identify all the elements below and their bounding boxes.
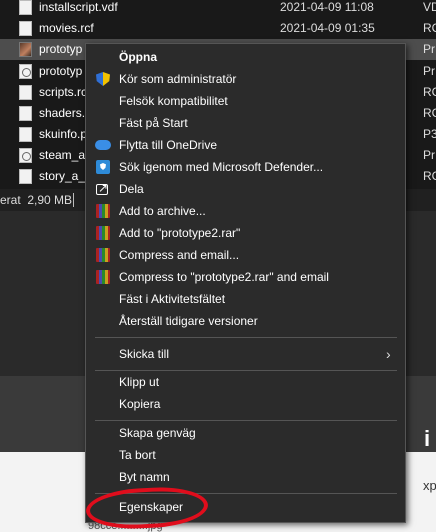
menu-item-open[interactable]: Öppna xyxy=(86,46,405,68)
background-glyph: i xyxy=(424,426,431,451)
menu-item-label: Skapa genväg xyxy=(119,426,196,440)
menu-item-label: Add to "prototype2.rar" xyxy=(119,226,241,240)
menu-item-label: Återställ tidigare versioner xyxy=(119,314,258,328)
menu-divider xyxy=(95,420,397,421)
file-date: 2021-04-09 01:35 xyxy=(280,21,375,35)
menu-item-label: Add to archive... xyxy=(119,204,206,218)
menu-item-copy[interactable]: Kopiera xyxy=(86,393,405,415)
file-type: RC xyxy=(423,106,436,120)
menu-item-label: Öppna xyxy=(119,50,157,64)
status-separator xyxy=(73,193,74,207)
menu-item-label: Byt namn xyxy=(119,470,170,484)
menu-item-label: Fäst i Aktivitetsfältet xyxy=(119,292,226,306)
file-icon xyxy=(19,0,32,15)
file-type: RC xyxy=(423,21,436,35)
menu-item-label: Felsök kompatibilitet xyxy=(119,94,228,108)
file-name: installscript.vdf xyxy=(39,0,118,14)
file-icon xyxy=(19,127,32,142)
menu-item-label: Flytta till OneDrive xyxy=(119,138,218,152)
file-icon xyxy=(19,169,32,184)
image-file-icon xyxy=(19,42,32,57)
menu-item-label: Skicka till xyxy=(119,347,170,361)
file-type: Pr xyxy=(423,64,435,78)
menu-item-rename[interactable]: Byt namn xyxy=(86,466,405,488)
menu-item-add-to-rar[interactable]: Add to "prototype2.rar" xyxy=(86,222,405,244)
menu-item-restore-versions[interactable]: Återställ tidigare versioner xyxy=(86,310,405,332)
file-name: prototyp xyxy=(39,42,83,56)
menu-item-compress-email[interactable]: Compress and email... xyxy=(86,244,405,266)
menu-item-add-to-archive[interactable]: Add to archive... xyxy=(86,200,405,222)
file-icon xyxy=(19,21,32,36)
file-name: story_a_t xyxy=(39,169,89,183)
menu-item-share[interactable]: Dela xyxy=(86,177,405,200)
uac-shield-icon xyxy=(96,72,110,86)
menu-item-create-shortcut[interactable]: Skapa genväg xyxy=(86,422,405,444)
defender-icon xyxy=(96,160,110,174)
winrar-icon xyxy=(96,270,110,284)
menu-item-label: Ta bort xyxy=(119,448,156,462)
menu-item-cut[interactable]: Klipp ut xyxy=(86,371,405,393)
file-type: Pr xyxy=(423,148,435,162)
share-icon xyxy=(96,177,108,199)
menu-item-label: Klipp ut xyxy=(119,375,160,389)
context-menu: Öppna Kör som administratör Felsök kompa… xyxy=(85,43,406,523)
file-date: 2021-04-09 11:08 xyxy=(280,0,374,14)
chevron-right-icon: › xyxy=(386,346,391,362)
menu-item-label: Sök igenom med Microsoft Defender... xyxy=(119,160,324,174)
file-name: movies.rcf xyxy=(39,21,94,35)
selection-size: erat 2,90 MB xyxy=(0,193,73,207)
file-name: skuinfo.p xyxy=(39,127,88,141)
file-icon xyxy=(19,106,32,121)
menu-item-label: Kopiera xyxy=(119,397,161,411)
file-type: RC xyxy=(423,169,436,183)
menu-item-label: Compress to "prototype2.rar" and email xyxy=(119,270,329,284)
winrar-icon xyxy=(96,248,110,262)
menu-item-delete[interactable]: Ta bort xyxy=(86,444,405,466)
menu-item-pin-to-taskbar[interactable]: Fäst i Aktivitetsfältet xyxy=(86,288,405,310)
file-type: RC xyxy=(423,85,436,99)
menu-item-send-to[interactable]: Skicka till › xyxy=(86,343,405,365)
config-file-icon xyxy=(19,148,32,163)
menu-item-label: Kör som administratör xyxy=(119,72,237,86)
menu-item-run-as-admin[interactable]: Kör som administratör xyxy=(86,68,405,90)
file-row[interactable]: installscript.vdf 2021-04-09 11:08 VD xyxy=(0,0,436,18)
menu-item-compress-rar-email[interactable]: Compress to "prototype2.rar" and email xyxy=(86,266,405,288)
menu-divider xyxy=(95,337,397,338)
file-name: steam_ap xyxy=(39,148,92,162)
config-file-icon xyxy=(19,64,32,79)
background-text: xper xyxy=(423,478,436,493)
onedrive-icon xyxy=(95,140,111,150)
file-name: shaders.r xyxy=(39,106,90,120)
file-icon xyxy=(19,85,32,100)
menu-item-label: Compress and email... xyxy=(119,248,240,262)
file-name: scripts.rc xyxy=(39,85,87,99)
file-name: prototyp xyxy=(39,64,83,78)
menu-item-label: Fäst på Start xyxy=(119,116,188,130)
menu-item-move-to-onedrive[interactable]: Flytta till OneDrive xyxy=(86,134,405,156)
file-type: VD xyxy=(423,0,436,14)
menu-item-label: Dela xyxy=(119,182,144,196)
menu-item-troubleshoot-compat[interactable]: Felsök kompatibilitet xyxy=(86,90,405,112)
menu-item-pin-to-start[interactable]: Fäst på Start xyxy=(86,112,405,134)
file-type: Pr xyxy=(423,42,435,56)
winrar-icon xyxy=(96,226,110,240)
file-type: P3 xyxy=(423,127,436,141)
file-row[interactable]: movies.rcf 2021-04-09 01:35 RC xyxy=(0,18,436,39)
winrar-icon xyxy=(96,204,110,218)
menu-item-scan-defender[interactable]: Sök igenom med Microsoft Defender... xyxy=(86,156,405,178)
